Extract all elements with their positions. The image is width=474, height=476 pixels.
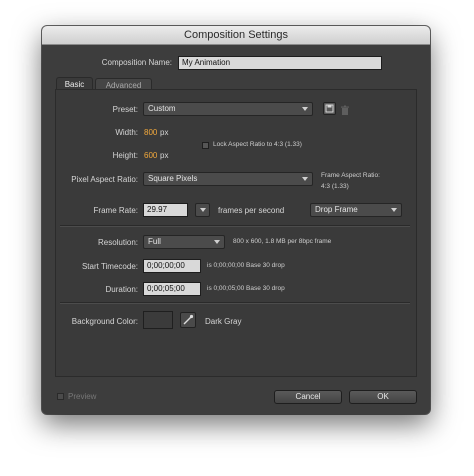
chevron-down-icon bbox=[391, 208, 397, 212]
height-value[interactable]: 600 bbox=[144, 151, 157, 160]
dialog-title: Composition Settings bbox=[42, 26, 430, 45]
composition-name-label: Composition Name: bbox=[101, 58, 172, 67]
start-timecode-input[interactable]: 0;00;00;00 bbox=[143, 259, 201, 273]
lock-aspect-label: Lock Aspect Ratio to 4:3 (1.33) bbox=[213, 141, 302, 148]
cancel-button[interactable]: Cancel bbox=[274, 390, 342, 404]
chevron-down-icon bbox=[302, 107, 308, 111]
chevron-down-icon bbox=[214, 240, 220, 244]
preset-dropdown[interactable]: Custom bbox=[143, 102, 313, 116]
pixel-aspect-label: Pixel Aspect Ratio: bbox=[71, 175, 138, 184]
start-timecode-info: is 0;00;00;00 Base 30 drop bbox=[207, 262, 285, 269]
background-color-swatch[interactable] bbox=[143, 311, 173, 329]
width-unit: px bbox=[160, 128, 169, 137]
pixel-aspect-dropdown[interactable]: Square Pixels bbox=[143, 172, 313, 186]
preview-checkbox[interactable] bbox=[57, 393, 64, 400]
duration-input[interactable]: 0;00;05;00 bbox=[143, 282, 201, 296]
divider bbox=[60, 225, 410, 227]
duration-label: Duration: bbox=[105, 285, 138, 294]
lock-aspect-checkbox[interactable] bbox=[202, 142, 209, 149]
frame-aspect-title: Frame Aspect Ratio: bbox=[321, 172, 380, 179]
composition-settings-dialog: Composition Settings Composition Name: M… bbox=[42, 26, 430, 414]
eyedropper-icon[interactable] bbox=[180, 312, 196, 328]
frame-rate-input[interactable]: 29.97 bbox=[143, 203, 188, 217]
frame-rate-label: Frame Rate: bbox=[93, 206, 138, 215]
resolution-dropdown[interactable]: Full bbox=[143, 235, 225, 249]
height-label: Height: bbox=[112, 151, 138, 160]
resolution-value: Full bbox=[148, 237, 161, 246]
save-preset-icon[interactable] bbox=[323, 102, 336, 115]
height-unit: px bbox=[160, 151, 169, 160]
chevron-down-icon bbox=[302, 177, 308, 181]
resolution-label: Resolution: bbox=[97, 238, 138, 247]
background-color-name: Dark Gray bbox=[205, 317, 242, 326]
preset-label: Preset: bbox=[112, 105, 138, 114]
basic-settings-panel bbox=[55, 89, 417, 377]
pixel-aspect-value: Square Pixels bbox=[148, 174, 198, 183]
resolution-info: 800 x 600, 1.8 MB per 8bpc frame bbox=[233, 238, 332, 245]
preset-value: Custom bbox=[148, 104, 176, 113]
frame-rate-menu-button[interactable] bbox=[195, 203, 210, 217]
drop-frame-dropdown[interactable]: Drop Frame bbox=[310, 203, 402, 217]
delete-preset-icon[interactable] bbox=[340, 103, 350, 115]
width-label: Width: bbox=[115, 128, 138, 137]
frame-rate-unit: frames per second bbox=[218, 206, 285, 215]
background-color-label: Background Color: bbox=[71, 317, 138, 326]
composition-name-input[interactable]: My Animation bbox=[178, 56, 382, 70]
start-timecode-label: Start Timecode: bbox=[81, 262, 138, 271]
duration-info: is 0;00;05;00 Base 30 drop bbox=[207, 285, 285, 292]
preview-label: Preview bbox=[68, 392, 97, 401]
chevron-down-icon bbox=[200, 208, 206, 212]
drop-frame-value: Drop Frame bbox=[315, 205, 358, 214]
divider bbox=[60, 302, 410, 304]
width-value[interactable]: 800 bbox=[144, 128, 157, 137]
ok-button[interactable]: OK bbox=[349, 390, 417, 404]
frame-aspect-value: 4:3 (1.33) bbox=[321, 183, 349, 190]
